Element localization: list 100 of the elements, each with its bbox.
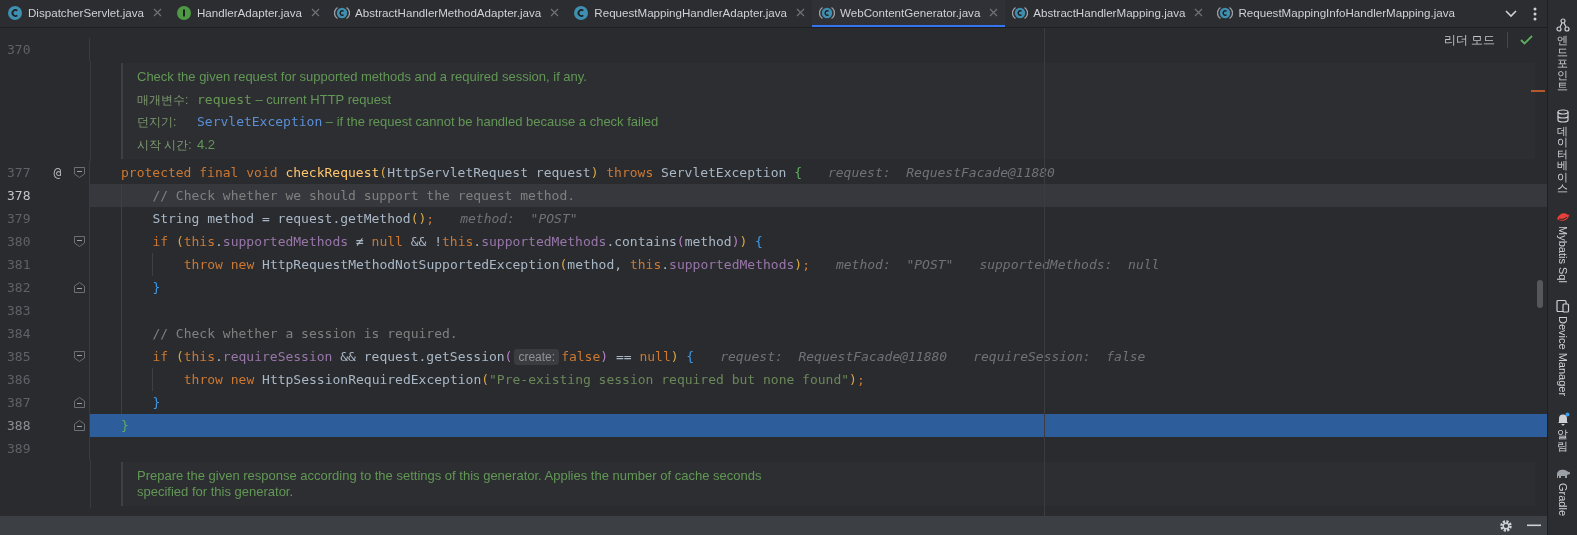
code-token: this (183, 234, 215, 249)
code-token: } (152, 395, 161, 410)
code-token: supportedMethods (669, 257, 795, 272)
code-token: { (685, 349, 695, 364)
editor-tab[interactable]: RequestMappingInfoHandlerMapping.java (1210, 0, 1462, 27)
code-token: ) (731, 234, 740, 249)
code-token: null (639, 349, 671, 364)
code-token: this (629, 257, 662, 272)
code-token: supportedMethods (481, 234, 607, 249)
code-token: ; (856, 372, 865, 387)
line-number: 389 (6, 441, 32, 456)
parameter-hint: create: (514, 348, 560, 365)
class-icon (7, 4, 23, 21)
check-icon (1520, 35, 1533, 45)
editor-tab[interactable]: HandlerAdapter.java (169, 0, 328, 27)
close-icon[interactable] (989, 8, 999, 17)
fold-icon[interactable] (73, 420, 85, 431)
doc-code: request (197, 91, 252, 107)
tool-window-button[interactable]: 알림 (1557, 428, 1568, 453)
error-stripe-marker[interactable] (1531, 90, 1545, 92)
editor-tab[interactable]: AbstractHandlerMapping.java (1005, 0, 1211, 27)
editor-tab[interactable]: AbstractHandlerMethodAdapter.java (327, 0, 567, 27)
abstract-class-icon (334, 4, 351, 21)
close-icon[interactable] (796, 8, 806, 17)
fold-icon[interactable] (73, 351, 85, 362)
doc-text: 4.2 (197, 135, 216, 154)
inline-value-hint: requireSession: false (973, 349, 1146, 364)
code-token: == (614, 349, 633, 364)
inline-value-hint: method: "POST" (460, 211, 578, 226)
line-number: 386 (6, 372, 32, 387)
line-number: 379 (6, 211, 32, 226)
code-token: this (183, 349, 215, 364)
tool-window-button[interactable]: Gradle (1556, 483, 1569, 517)
code-token: method (684, 234, 732, 249)
code-token: . (215, 349, 223, 364)
fold-icon[interactable] (73, 282, 85, 293)
code-token: .contains (606, 234, 677, 249)
close-icon[interactable] (311, 8, 321, 17)
code-token: null (371, 234, 403, 249)
code-token: this (442, 234, 474, 249)
line-number: 381 (6, 257, 32, 272)
doc-label: 던지기: (137, 114, 178, 131)
code-token: ( (379, 165, 388, 180)
line-number: 370 (6, 42, 32, 57)
inline-value-hint: request: RequestFacade@11880 (720, 349, 948, 364)
tool-window-button[interactable]: Mybatis Sql (1556, 226, 1569, 283)
code-token: . (661, 257, 670, 272)
fold-icon[interactable] (73, 236, 85, 247)
code-token: if (152, 349, 170, 364)
code-token: . (215, 234, 223, 249)
tool-window-button[interactable]: Device Manager (1556, 315, 1569, 396)
inline-value-hint: request: RequestFacade@11880 (827, 165, 1055, 180)
code-token: { (794, 165, 802, 180)
code-token: ( (676, 234, 685, 249)
scrollbar-thumb[interactable] (1537, 280, 1543, 308)
code-token: && request.getSession (339, 349, 505, 364)
code-token: ) (600, 349, 609, 364)
abstract-class-icon (1012, 4, 1029, 21)
editor-tab[interactable]: RequestMappingHandlerAdapter.java (566, 0, 813, 27)
code-token: throw new (183, 257, 256, 272)
inline-value-hint: supportedMethods: null (979, 257, 1160, 272)
editor-tab[interactable]: DispatcherServlet.java (0, 0, 169, 27)
code-token: HttpServletRequest request (387, 165, 591, 180)
code-token: ) (670, 349, 679, 364)
doc-text: – current HTTP request (254, 90, 391, 109)
more-icon[interactable] (1533, 6, 1537, 21)
code-token: ; (426, 211, 435, 226)
code-token: HttpSessionRequiredException (262, 372, 482, 387)
close-icon[interactable] (1194, 8, 1204, 17)
doc-link[interactable]: ServletException (197, 114, 323, 129)
code-token: "Pre-existing session required but none found" (489, 372, 850, 387)
tool-window-button[interactable]: 엔드포인트 (1557, 35, 1568, 93)
code-token: method, (567, 257, 624, 272)
minimize-icon[interactable] (1527, 524, 1541, 527)
doc-label: 매개변수: (137, 91, 190, 109)
close-icon[interactable] (550, 8, 560, 17)
close-icon[interactable] (153, 8, 162, 17)
code-token: false (561, 349, 601, 364)
line-number: 383 (6, 303, 32, 318)
class-icon (573, 4, 590, 21)
chevron-down-icon[interactable] (1505, 9, 1517, 18)
line-number: 382 (6, 280, 32, 295)
code-token: ) (590, 165, 599, 180)
fold-icon[interactable] (73, 167, 85, 178)
code-token: ( (559, 257, 568, 272)
gutter-marker[interactable]: @ (53, 165, 62, 180)
editor-tab[interactable]: WebContentGenerator.java (812, 0, 1006, 27)
line-number: 377 (6, 165, 32, 180)
tool-window-button[interactable]: 데이터베이스 (1557, 125, 1568, 195)
line-number: 384 (6, 326, 32, 341)
reader-mode-link[interactable]: 리더 모드 (1443, 32, 1495, 48)
code-token: ( (504, 349, 513, 364)
fold-icon[interactable] (73, 397, 85, 408)
code-token: String method = request.getMethod (152, 211, 411, 226)
code-comment: // Check whether we should support the request method. (152, 188, 576, 203)
settings-icon[interactable] (1499, 518, 1513, 533)
code-token: && ! (409, 234, 442, 249)
code-token: } (121, 418, 129, 433)
code-token: HttpRequestMethodNotSupportedException (262, 257, 560, 272)
device-icon (1555, 298, 1570, 313)
